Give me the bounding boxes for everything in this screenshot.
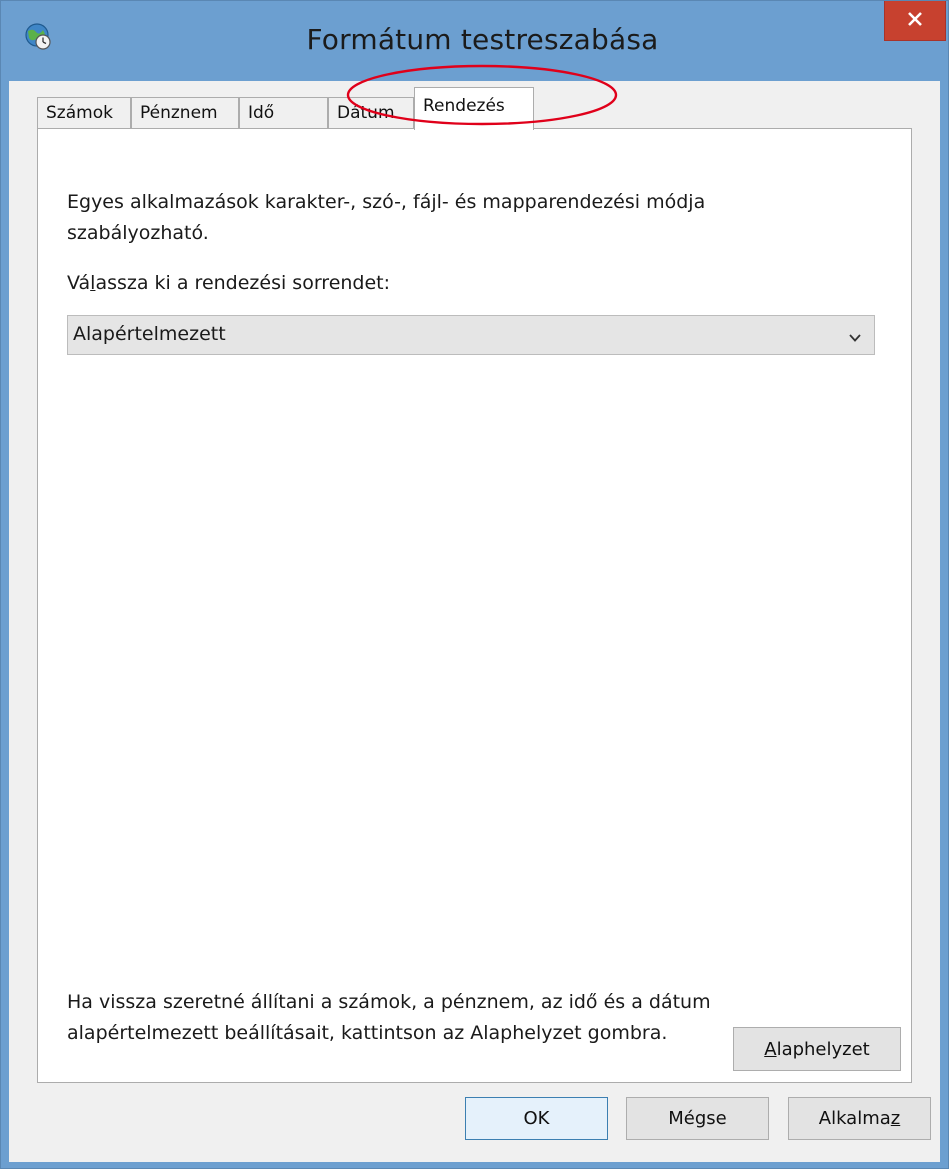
close-button[interactable]	[884, 1, 946, 41]
sort-order-label: Válassza ki a rendezési sorrendet:	[67, 272, 390, 294]
reset-button-accel: A	[764, 1038, 777, 1060]
tab-datum[interactable]: Dátum	[328, 97, 414, 129]
tab-ido[interactable]: Idő	[239, 97, 328, 129]
reset-description: Ha vissza szeretné állítani a számok, a …	[67, 991, 711, 1044]
chevron-down-icon	[848, 328, 862, 342]
ok-button[interactable]: OK	[465, 1097, 608, 1140]
title-bar[interactable]: Formátum testreszabása	[1, 1, 948, 81]
apply-button-label: Alkalma	[818, 1108, 891, 1129]
reset-button[interactable]: Alaphelyzet	[733, 1027, 901, 1071]
tab-panel-rendezes: Egyes alkalmazások karakter-, szó-, fájl…	[37, 128, 912, 1083]
sorting-description: Egyes alkalmazások karakter-, szó-, fájl…	[67, 191, 706, 244]
dialog-body: Számok Pénznem Idő Dátum Rendezés Egyes …	[9, 81, 940, 1162]
sort-order-label-prefix: Vá	[67, 272, 91, 294]
close-icon	[907, 11, 923, 31]
tab-szamok[interactable]: Számok	[37, 97, 131, 129]
sort-order-selected: Alapértelmezett	[73, 323, 226, 345]
dialog-window: Formátum testreszabása Számok Pénznem Id…	[0, 0, 949, 1169]
tab-penznem[interactable]: Pénznem	[131, 97, 239, 129]
sort-order-label-suffix: assza ki a rendezési sorrendet:	[95, 272, 391, 294]
sort-order-dropdown[interactable]: Alapértelmezett	[67, 315, 875, 355]
tab-rendezes[interactable]: Rendezés	[414, 87, 534, 130]
reset-button-label: laphelyzet	[776, 1038, 870, 1060]
apply-button-accel: z	[890, 1108, 901, 1129]
window-title: Formátum testreszabása	[306, 23, 659, 56]
cancel-button[interactable]: Mégse	[626, 1097, 769, 1140]
apply-button[interactable]: Alkalma z	[788, 1097, 931, 1140]
